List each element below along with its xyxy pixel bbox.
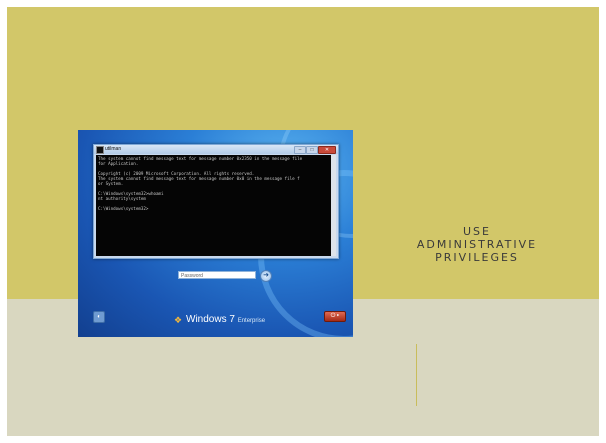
power-button[interactable]: ⏻ ▸ [324,311,346,322]
cmd-app-icon [96,146,104,154]
cmd-line: or System. [98,181,124,186]
brand-product: Windows [186,314,227,325]
cmd-output[interactable]: The system cannot find message text for … [96,155,336,256]
windows-login-screenshot: utilman – □ ✕ The system cannot find mes… [78,130,353,337]
title-line-2: ADMINISTRATIVE [416,238,538,251]
cmd-line: for Application. [98,161,139,166]
slide: USE ADMINISTRATIVE PRIVILEGES utilman – … [7,7,599,436]
windows-branding: Windows 7 Enterprise [186,314,265,325]
maximize-button[interactable]: □ [306,146,318,154]
ease-of-access-icon[interactable]: ◐ [93,311,105,323]
cmd-titlebar[interactable]: utilman – □ ✕ [94,145,338,154]
brand-version: 7 [229,314,235,325]
cmd-line: The system cannot find message text for … [98,176,300,181]
cmd-title: utilman [105,146,122,152]
cmd-line: C:\Windows\system32> [98,206,149,211]
cmd-line: nt authority\system [98,196,146,201]
password-input[interactable]: Password [178,271,256,279]
title-line-1: USE [463,225,491,238]
minimize-button[interactable]: – [294,146,306,154]
title-line-3: PRIVILEGES [435,251,519,264]
brand-edition: Enterprise [237,318,266,324]
submit-arrow-icon[interactable]: ➜ [260,270,272,282]
windows-flag-icon: ❖ [174,315,183,325]
slide-title: USE ADMINISTRATIVE PRIVILEGES [392,225,562,264]
vertical-divider [416,344,417,406]
cmd-scrollbar[interactable] [331,155,336,256]
cmd-window[interactable]: utilman – □ ✕ The system cannot find mes… [93,144,339,259]
close-button[interactable]: ✕ [318,146,336,154]
